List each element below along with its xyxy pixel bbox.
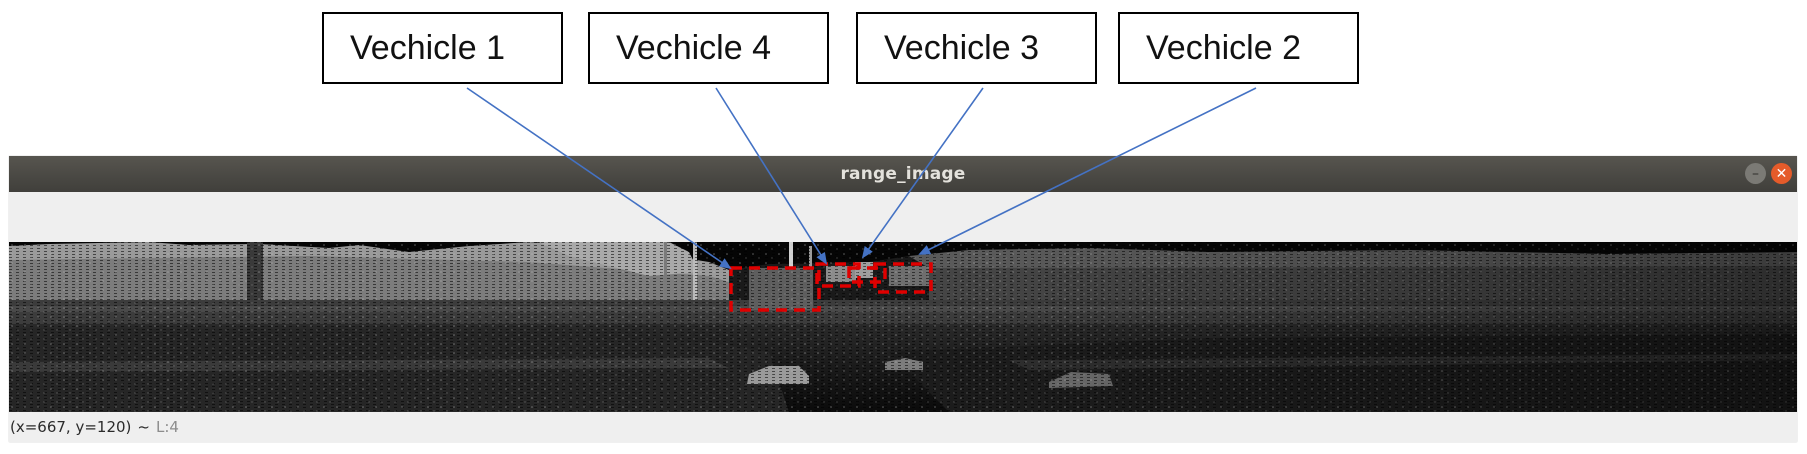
status-bar: (x=667, y=120) ~ L:4 [9,414,1798,440]
minimize-button[interactable]: – [1745,163,1766,184]
callout-label: Vechicle 2 [1146,28,1301,67]
range-image-window: range_image – ✕ (x=667, y=120) ~ L:4 [9,156,1797,442]
status-separator: ~ [137,418,150,436]
window-toolbar-area [9,192,1797,242]
range-image-canvas [9,242,1797,412]
close-button[interactable]: ✕ [1771,163,1792,184]
status-level: L:4 [155,418,179,436]
window-title: range_image [840,164,966,184]
callout-vehicle-3: Vechicle 3 [856,12,1097,84]
callout-label: Vechicle 4 [616,28,771,67]
callout-label: Vechicle 1 [350,28,505,67]
cursor-coordinates: (x=667, y=120) [10,418,132,436]
callout-vehicle-1: Vechicle 1 [322,12,563,84]
callout-vehicle-2: Vechicle 2 [1118,12,1359,84]
minimize-icon: – [1752,165,1759,182]
range-image-view[interactable] [9,242,1797,412]
callout-label: Vechicle 3 [884,28,1039,67]
callout-vehicle-4: Vechicle 4 [588,12,829,84]
window-titlebar[interactable]: range_image – ✕ [9,156,1797,192]
close-icon: ✕ [1775,165,1788,182]
